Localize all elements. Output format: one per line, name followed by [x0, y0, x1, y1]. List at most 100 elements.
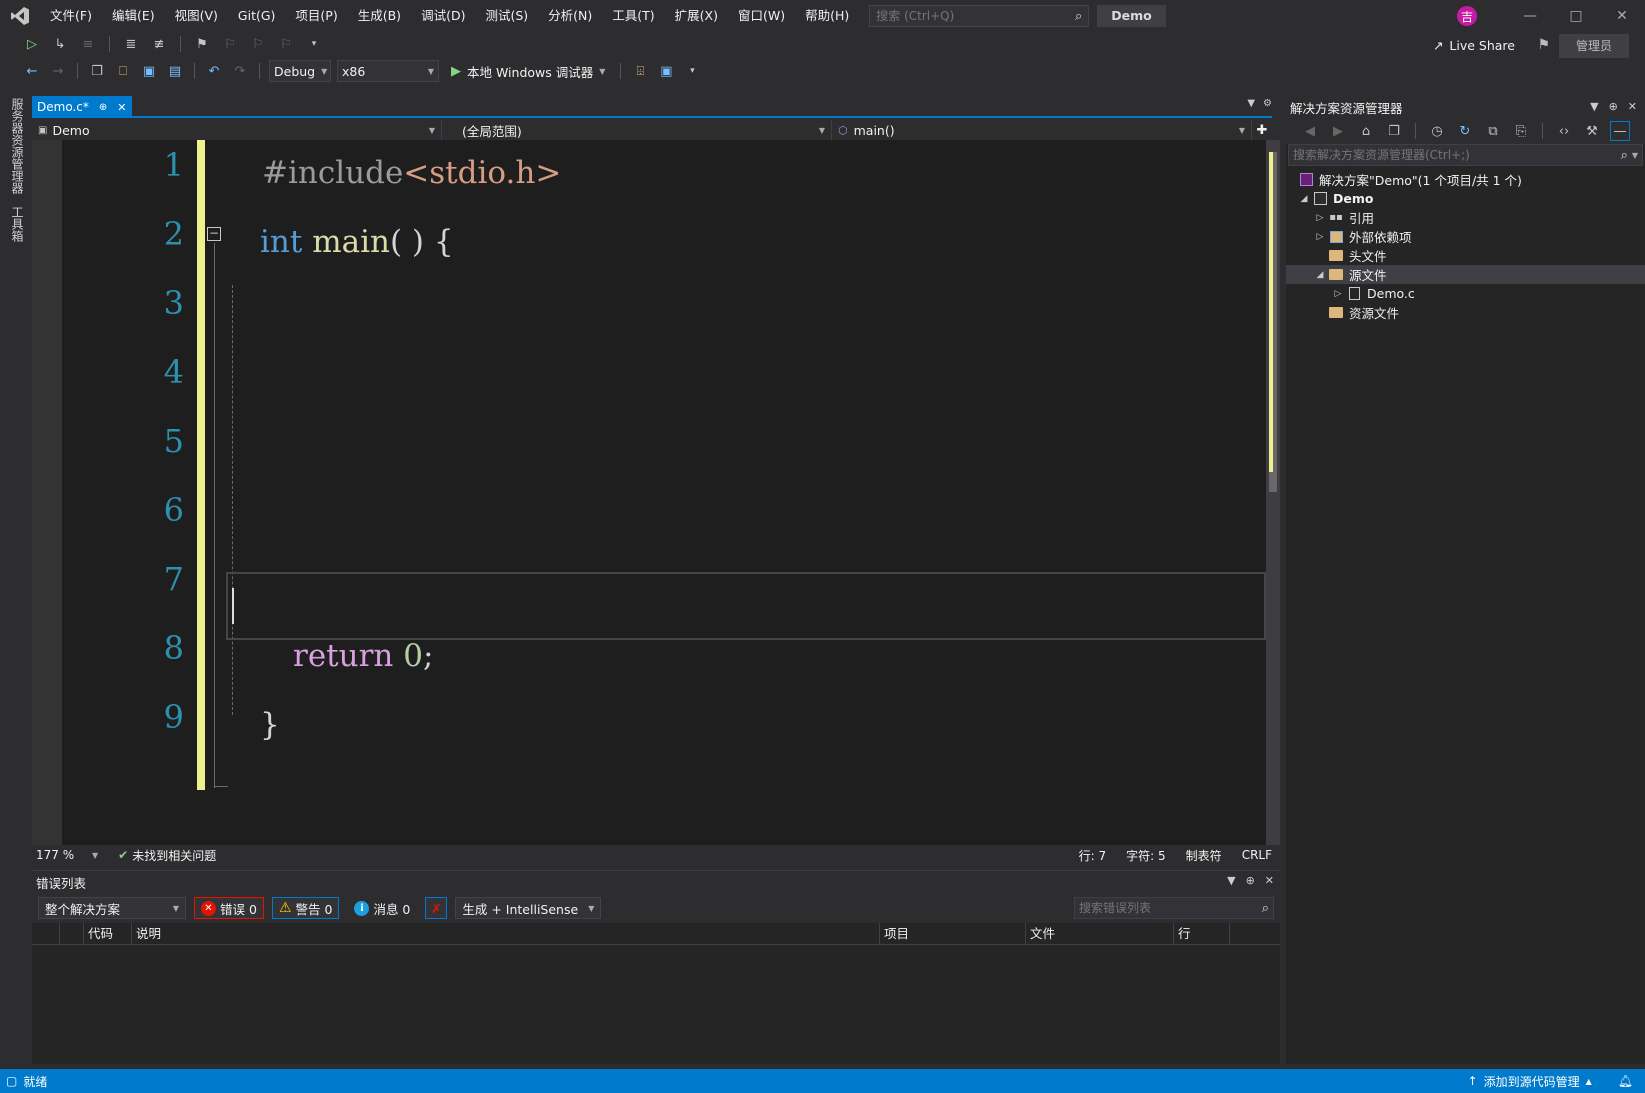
col-suppress[interactable] — [60, 922, 84, 945]
errors-filter-button[interactable]: ✕ 错误 0 — [194, 897, 264, 919]
error-search-input[interactable] — [1079, 901, 1262, 915]
menu-window[interactable]: 窗口(W) — [728, 0, 795, 32]
close-window-button[interactable]: ✕ — [1599, 0, 1645, 32]
tabs-indicator[interactable]: 制表符 — [1186, 847, 1222, 864]
quick-search-input[interactable] — [876, 9, 1075, 23]
visual-studio-logo-icon[interactable] — [0, 0, 40, 32]
tree-item-demo-c[interactable]: ▷ Demo.c — [1286, 284, 1645, 303]
expanded-arrow-icon[interactable]: ◢ — [1296, 194, 1312, 204]
chevron-down-icon[interactable]: ▼ — [92, 851, 98, 860]
chevron-down-icon[interactable]: ▼ — [1632, 151, 1638, 160]
collapsed-arrow-icon[interactable]: ▷ — [1330, 289, 1346, 299]
avatar[interactable]: 吉 — [1457, 6, 1477, 26]
menu-help[interactable]: 帮助(H) — [795, 0, 859, 32]
step-out-icon[interactable]: ≡ — [78, 34, 98, 54]
navigate-back-icon[interactable]: ← — [22, 61, 42, 81]
pin-icon[interactable]: ⊕ — [99, 102, 107, 113]
forward-icon[interactable]: ▶ — [1328, 121, 1348, 141]
pin-icon[interactable]: ⊕ — [1246, 874, 1255, 887]
collapsed-arrow-icon[interactable]: ▷ — [1312, 232, 1328, 242]
menu-file[interactable]: 文件(F) — [40, 0, 102, 32]
clear-bookmarks-icon[interactable]: ⚐ — [276, 34, 296, 54]
save-icon[interactable]: ▣ — [139, 61, 159, 81]
folder-view-icon[interactable]: ⌹ — [630, 61, 650, 81]
menu-tools[interactable]: 工具(T) — [602, 0, 664, 32]
col-code[interactable]: 代码 — [84, 922, 132, 945]
server-explorer-tab[interactable]: 服务器资源管理器 — [5, 92, 30, 200]
pending-changes-icon[interactable]: ◷ — [1427, 121, 1447, 141]
search-icon[interactable]: ⌕ — [1621, 148, 1628, 163]
tree-item-headers[interactable]: 头文件 — [1286, 246, 1645, 265]
project-dropdown[interactable]: ▣ Demo ▼ — [32, 120, 442, 140]
col-file[interactable]: 文件 — [1026, 922, 1174, 945]
char-indicator[interactable]: 字符: 5 — [1126, 847, 1166, 864]
toolbar-overflow-icon[interactable]: ▾ — [682, 61, 702, 81]
uncomment-lines-icon[interactable]: ≢ — [149, 34, 169, 54]
menu-extensions[interactable]: 扩展(X) — [665, 0, 728, 32]
live-share-button[interactable]: ↗ Live Share — [1433, 38, 1515, 53]
chevron-down-icon[interactable]: ▼ — [1590, 100, 1598, 113]
menu-edit[interactable]: 编辑(E) — [102, 0, 165, 32]
feedback-icon[interactable]: ⚑ — [1537, 37, 1550, 53]
menu-analyze[interactable]: 分析(N) — [538, 0, 602, 32]
scope-dropdown[interactable]: (全局范围) ▼ — [442, 120, 832, 140]
next-bookmark-icon[interactable]: ⚐ — [248, 34, 268, 54]
tab-demo-c[interactable]: Demo.c* ⊕ ✕ — [32, 96, 132, 118]
view-code-icon[interactable]: ‹› — [1554, 121, 1574, 141]
chevron-down-icon[interactable]: ▼ — [1227, 874, 1235, 887]
back-icon[interactable]: ◀ — [1300, 121, 1320, 141]
minimize-button[interactable]: — — [1507, 0, 1553, 32]
screenshot-icon[interactable]: ▣ — [656, 61, 676, 81]
chevron-down-icon[interactable]: ▼ — [599, 67, 605, 76]
new-project-icon[interactable]: ❐ — [87, 61, 107, 81]
split-window-icon[interactable]: ✚ — [1252, 120, 1272, 140]
menu-debug[interactable]: 调试(D) — [411, 0, 475, 32]
bookmark-icon[interactable]: ⚑ — [192, 34, 212, 54]
preview-icon[interactable]: — — [1610, 121, 1630, 141]
col-project[interactable]: 项目 — [880, 922, 1026, 945]
add-to-source-control-button[interactable]: ↑ 添加到源代码管理 ▲ — [1468, 1073, 1592, 1090]
tree-item-solution[interactable]: 解决方案"Demo"(1 个项目/共 1 个) — [1286, 170, 1645, 189]
menu-view[interactable]: 视图(V) — [165, 0, 228, 32]
show-all-files-icon[interactable]: ⎘ — [1511, 121, 1531, 141]
start-debugging-button[interactable]: ▶ 本地 Windows 调试器 ▼ — [445, 60, 611, 82]
switch-views-icon[interactable]: ❐ — [1384, 121, 1404, 141]
col-icon[interactable] — [32, 922, 60, 945]
build-filter-select[interactable]: 生成 + IntelliSense ▼ — [455, 897, 602, 919]
search-icon[interactable]: ⌕ — [1262, 901, 1269, 916]
start-without-debug-icon[interactable]: ▷ — [22, 34, 42, 54]
scope-select[interactable]: 整个解决方案 ▼ — [38, 897, 186, 919]
properties-icon[interactable]: ⚒ — [1582, 121, 1602, 141]
menu-build[interactable]: 生成(B) — [348, 0, 411, 32]
member-dropdown[interactable]: ⬡ main() ▼ — [832, 120, 1252, 140]
redo-icon[interactable]: ↷ — [230, 61, 250, 81]
close-icon[interactable]: ✕ — [117, 101, 126, 114]
close-icon[interactable]: ✕ — [1628, 100, 1637, 113]
pin-icon[interactable]: ⊕ — [1609, 100, 1618, 113]
configuration-select[interactable]: Debug ▼ — [269, 60, 331, 82]
tree-item-external-deps[interactable]: ▷ 外部依赖项 — [1286, 227, 1645, 246]
toolbox-tab[interactable]: 工具箱 — [5, 200, 30, 248]
menu-test[interactable]: 测试(S) — [475, 0, 538, 32]
sync-icon[interactable]: ↻ — [1455, 121, 1475, 141]
prev-bookmark-icon[interactable]: ⚐ — [220, 34, 240, 54]
issues-status[interactable]: 未找到相关问题 — [132, 847, 216, 864]
tree-item-references[interactable]: ▷ ▪▪ 引用 — [1286, 208, 1645, 227]
warnings-filter-button[interactable]: ⚠ 警告 0 — [271, 897, 340, 919]
col-line[interactable]: 行 — [1174, 922, 1230, 945]
close-icon[interactable]: ✕ — [1265, 874, 1274, 887]
code-editor[interactable]: 1 2 3 4 5 6 7 8 9 #include <stdio.h> int … — [32, 140, 1272, 845]
toolbar-overflow-icon[interactable]: ▾ — [304, 34, 324, 54]
code-text[interactable]: #include <stdio.h> int main( ) { return 0… — [207, 140, 1227, 845]
menu-project[interactable]: 项目(P) — [285, 0, 347, 32]
vertical-scrollbar[interactable] — [1266, 140, 1280, 845]
tree-item-resources[interactable]: 资源文件 — [1286, 303, 1645, 322]
menu-git[interactable]: Git(G) — [228, 0, 286, 32]
zoom-level[interactable]: 177 % — [32, 848, 92, 862]
open-file-icon[interactable]: ⎕ — [113, 61, 133, 81]
tree-item-project[interactable]: ◢ Demo — [1286, 189, 1645, 208]
eol-indicator[interactable]: CRLF — [1242, 848, 1272, 862]
home-icon[interactable]: ⌂ — [1356, 121, 1376, 141]
comment-lines-icon[interactable]: ≣ — [121, 34, 141, 54]
undo-icon[interactable]: ↶ — [204, 61, 224, 81]
